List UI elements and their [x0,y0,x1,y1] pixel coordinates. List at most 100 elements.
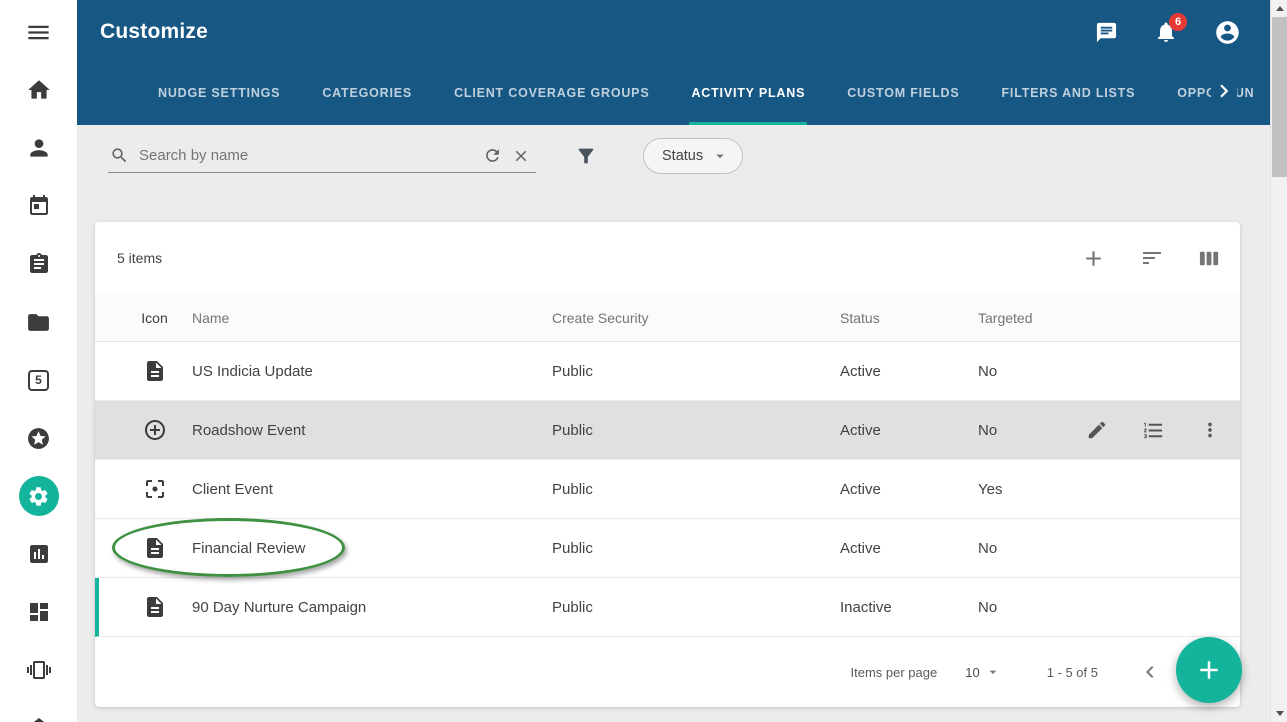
sidebar-item-interactions[interactable]: 5 [19,360,59,400]
sidebar-item-profile[interactable] [19,128,59,168]
row-targeted: No [978,422,1078,439]
search-input[interactable] [139,147,473,164]
create-activity-plan-fab[interactable] [1176,637,1242,703]
page-size-select[interactable]: 10 [965,664,1000,680]
status-filter-label: Status [662,148,703,164]
add-circle-icon [143,418,167,442]
row-create-security: Public [552,599,840,616]
row-name: Financial Review [192,540,552,557]
row-name: 90 Day Nurture Campaign [192,599,552,616]
center-focus-icon [143,477,167,501]
row-status: Active [840,422,978,439]
table-row[interactable]: Client Event Public Active Yes [95,460,1240,519]
sidebar-item-reports[interactable] [19,534,59,574]
clear-search-button[interactable] [512,147,530,165]
chat-button[interactable] [1095,21,1118,44]
calendar-icon [27,194,51,218]
row-status: Active [840,481,978,498]
table-row[interactable]: US Indicia Update Public Active No [95,342,1240,401]
pagination-range: 1 - 5 of 5 [1047,665,1098,680]
folder-icon [26,310,51,335]
sidebar-item-home[interactable] [19,70,59,110]
bar-chart-icon [27,542,51,566]
menu-button[interactable] [19,12,59,52]
columns-icon [1198,247,1221,270]
document-icon [143,359,167,383]
tab-filters-and-lists[interactable]: FILTERS AND LISTS [1000,64,1138,125]
arrow-up-icon [1276,6,1284,11]
sidebar-item-calendar[interactable] [19,186,59,226]
sidebar-item-more[interactable] [19,708,59,722]
table-row[interactable]: Financial Review Public Active No [95,519,1240,578]
row-name: Roadshow Event [192,422,552,439]
page-size-value: 10 [965,665,979,680]
table-header-row: Icon Name Create Security Status Targete… [95,294,1240,342]
chevron-right-icon [1211,78,1237,104]
more-options-button[interactable] [1199,419,1221,442]
row-create-security: Public [552,422,840,439]
filter-button[interactable] [575,145,597,167]
tab-custom-fields[interactable]: CUSTOM FIELDS [845,64,961,125]
pagination-bar: Items per page 10 1 - 5 of 5 [95,637,1240,707]
row-create-security: Public [552,363,840,380]
columns-button[interactable] [1198,246,1221,271]
tab-categories[interactable]: CATEGORIES [320,64,414,125]
content-area: Status 5 items [77,125,1270,722]
clipboard-icon [27,252,51,276]
sidebar-item-favorites[interactable] [19,418,59,458]
document-icon [143,595,167,619]
scroll-down-button[interactable] [1271,705,1287,722]
five-icon: 5 [28,370,49,391]
items-count: 5 items [117,250,162,266]
col-header-targeted: Targeted [978,310,1078,326]
scrollbar-thumb[interactable] [1272,17,1287,177]
table-row[interactable]: Roadshow Event Public Active No [95,401,1240,460]
table-row[interactable]: 90 Day Nurture Campaign Public Inactive … [95,578,1240,637]
activity-plans-card: 5 items Icon [95,222,1240,707]
col-header-icon: Icon [117,310,192,326]
notifications-button[interactable]: 6 [1154,20,1178,44]
tab-activity-plans[interactable]: ACTIVITY PLANS [689,64,807,125]
sidebar-item-files[interactable] [19,302,59,342]
sidebar: 5 [0,0,77,722]
card-header: 5 items [95,222,1240,294]
funnel-icon [575,145,597,167]
refresh-button[interactable] [483,146,502,165]
gear-icon [27,485,50,508]
sidebar-item-mobile[interactable] [19,650,59,690]
main-area: Customize 6 NUDGE SETTINGS [77,0,1270,722]
chevron-left-icon [1138,660,1162,684]
prev-page-button[interactable] [1138,660,1162,684]
notification-badge: 6 [1169,13,1187,31]
vibration-icon [27,658,51,682]
tab-nudge-settings[interactable]: NUDGE SETTINGS [156,64,282,125]
row-status: Active [840,540,978,557]
account-button[interactable] [1214,19,1241,46]
scroll-up-button[interactable] [1271,0,1287,17]
row-status: Active [840,363,978,380]
steps-list-button[interactable] [1142,419,1165,442]
scrollbar[interactable] [1270,0,1287,722]
add-item-button[interactable] [1081,246,1106,271]
row-targeted: Yes [978,481,1078,498]
row-create-security: Public [552,540,840,557]
sidebar-item-tasks[interactable] [19,244,59,284]
sort-button[interactable] [1140,246,1164,271]
edit-button[interactable] [1086,419,1108,442]
plus-icon [1194,655,1224,685]
layers-icon [27,716,51,722]
numbered-list-icon [1142,419,1165,442]
row-status: Inactive [840,599,978,616]
refresh-icon [483,146,502,165]
sidebar-item-dashboard[interactable] [19,592,59,632]
tab-client-coverage-groups[interactable]: CLIENT COVERAGE GROUPS [452,64,651,125]
hamburger-icon [25,19,52,46]
row-targeted: No [978,599,1078,616]
status-filter-chip[interactable]: Status [643,138,743,174]
sidebar-item-settings[interactable] [19,476,59,516]
col-header-name: Name [192,310,552,326]
tabs-scroll-right-button[interactable] [1211,78,1237,104]
home-icon [26,77,52,103]
page-title: Customize [100,20,208,44]
search-icon [110,146,129,165]
